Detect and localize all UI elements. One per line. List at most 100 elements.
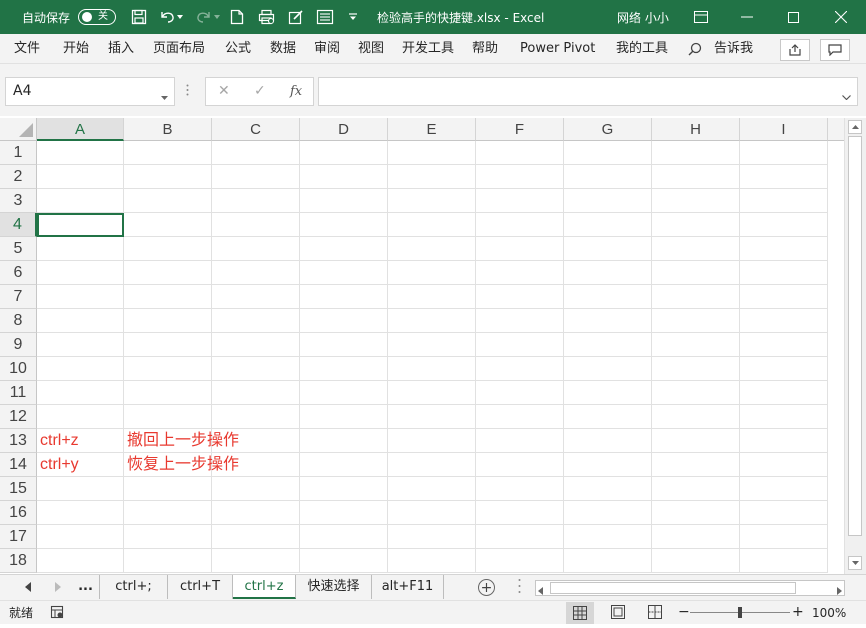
new-file-icon[interactable] xyxy=(226,0,248,34)
macro-record-icon[interactable] xyxy=(50,605,64,623)
cell-h10[interactable] xyxy=(652,357,740,381)
cell-h11[interactable] xyxy=(652,381,740,405)
tab-help[interactable]: 帮助 xyxy=(472,34,498,64)
cell-c3[interactable] xyxy=(212,189,300,213)
cell-h6[interactable] xyxy=(652,261,740,285)
cell-h14[interactable] xyxy=(652,453,740,477)
cell-d2[interactable] xyxy=(300,165,388,189)
sheet-tab[interactable]: ctrl+; xyxy=(100,575,168,599)
cell-b13[interactable]: 撤回上一步操作 xyxy=(124,429,239,453)
cell-b6[interactable] xyxy=(124,261,212,285)
cell-h17[interactable] xyxy=(652,525,740,549)
select-all-corner[interactable] xyxy=(0,118,37,141)
cell-b3[interactable] xyxy=(124,189,212,213)
form-icon[interactable] xyxy=(314,0,336,34)
cell-e13[interactable] xyxy=(388,429,476,453)
user-name[interactable]: 网络 小小 xyxy=(617,0,669,34)
cell-a2[interactable] xyxy=(37,165,124,189)
cell-h5[interactable] xyxy=(652,237,740,261)
row-header-8[interactable]: 8 xyxy=(0,309,37,333)
cell-f11[interactable] xyxy=(476,381,564,405)
column-header-h[interactable]: H xyxy=(652,118,740,141)
cell-i18[interactable] xyxy=(740,549,828,573)
more-sheets-ellipsis[interactable]: ... xyxy=(72,575,100,599)
cell-c7[interactable] xyxy=(212,285,300,309)
row-header-9[interactable]: 9 xyxy=(0,333,37,357)
cell-h4[interactable] xyxy=(652,213,740,237)
cell-g16[interactable] xyxy=(564,501,652,525)
cell-e4[interactable] xyxy=(388,213,476,237)
cell-a6[interactable] xyxy=(37,261,124,285)
cell-b16[interactable] xyxy=(124,501,212,525)
cell-e8[interactable] xyxy=(388,309,476,333)
prev-sheet-icon[interactable] xyxy=(25,581,31,596)
cell-h3[interactable] xyxy=(652,189,740,213)
cell-e6[interactable] xyxy=(388,261,476,285)
scroll-down-icon[interactable] xyxy=(848,556,862,570)
cell-a13[interactable]: ctrl+z xyxy=(37,429,124,453)
cell-b10[interactable] xyxy=(124,357,212,381)
cell-c16[interactable] xyxy=(212,501,300,525)
cell-g9[interactable] xyxy=(564,333,652,357)
tab-developer[interactable]: 开发工具 xyxy=(402,34,454,64)
column-header-e[interactable]: E xyxy=(388,118,476,141)
cell-e1[interactable] xyxy=(388,141,476,165)
row-header-2[interactable]: 2 xyxy=(0,165,37,189)
cell-b12[interactable] xyxy=(124,405,212,429)
cell-a17[interactable] xyxy=(37,525,124,549)
cell-g17[interactable] xyxy=(564,525,652,549)
cell-e11[interactable] xyxy=(388,381,476,405)
cell-g14[interactable] xyxy=(564,453,652,477)
cell-g1[interactable] xyxy=(564,141,652,165)
sheet-tab[interactable]: ctrl+T xyxy=(168,575,233,599)
cell-h8[interactable] xyxy=(652,309,740,333)
tab-my-tools[interactable]: 我的工具 xyxy=(616,34,668,64)
row-header-17[interactable]: 17 xyxy=(0,525,37,549)
cell-g3[interactable] xyxy=(564,189,652,213)
cell-g2[interactable] xyxy=(564,165,652,189)
column-header-d[interactable]: D xyxy=(300,118,388,141)
cell-e18[interactable] xyxy=(388,549,476,573)
cell-h12[interactable] xyxy=(652,405,740,429)
cell-f10[interactable] xyxy=(476,357,564,381)
zoom-in-icon[interactable]: + xyxy=(792,605,804,619)
cell-b11[interactable] xyxy=(124,381,212,405)
cell-i14[interactable] xyxy=(740,453,828,477)
cell-e12[interactable] xyxy=(388,405,476,429)
cell-a18[interactable] xyxy=(37,549,124,573)
cell-b15[interactable] xyxy=(124,477,212,501)
cell-g8[interactable] xyxy=(564,309,652,333)
cell-b5[interactable] xyxy=(124,237,212,261)
cell-a10[interactable] xyxy=(37,357,124,381)
cell-e3[interactable] xyxy=(388,189,476,213)
cell-i7[interactable] xyxy=(740,285,828,309)
cell-h9[interactable] xyxy=(652,333,740,357)
row-header-6[interactable]: 6 xyxy=(0,261,37,285)
lightbulb-search-icon[interactable] xyxy=(688,42,702,56)
edit-form-icon[interactable] xyxy=(285,0,307,34)
undo-dropdown-icon[interactable] xyxy=(174,0,186,34)
formula-input[interactable] xyxy=(318,77,858,106)
cell-d14[interactable] xyxy=(300,453,388,477)
tab-view[interactable]: 视图 xyxy=(358,34,384,64)
zoom-level[interactable]: 100% xyxy=(812,601,846,625)
cell-i4[interactable] xyxy=(740,213,828,237)
cell-b8[interactable] xyxy=(124,309,212,333)
cell-h18[interactable] xyxy=(652,549,740,573)
cell-i17[interactable] xyxy=(740,525,828,549)
cell-h2[interactable] xyxy=(652,165,740,189)
cell-d1[interactable] xyxy=(300,141,388,165)
cell-a9[interactable] xyxy=(37,333,124,357)
cell-d17[interactable] xyxy=(300,525,388,549)
zoom-slider[interactable] xyxy=(690,607,790,618)
tab-insert[interactable]: 插入 xyxy=(108,34,134,64)
cell-d4[interactable] xyxy=(300,213,388,237)
cell-b18[interactable] xyxy=(124,549,212,573)
worksheet-grid[interactable]: A B C D E F G H I 1 2 3 4 5 6 7 8 9 10 11 12 13 ctrl+z 撤回上一步操作 1… xyxy=(0,118,844,574)
cell-g15[interactable] xyxy=(564,477,652,501)
cell-c5[interactable] xyxy=(212,237,300,261)
sheet-tab[interactable]: 快速选择 xyxy=(296,575,372,599)
cell-f3[interactable] xyxy=(476,189,564,213)
tell-me-search[interactable]: 告诉我 xyxy=(714,34,753,64)
cell-e15[interactable] xyxy=(388,477,476,501)
